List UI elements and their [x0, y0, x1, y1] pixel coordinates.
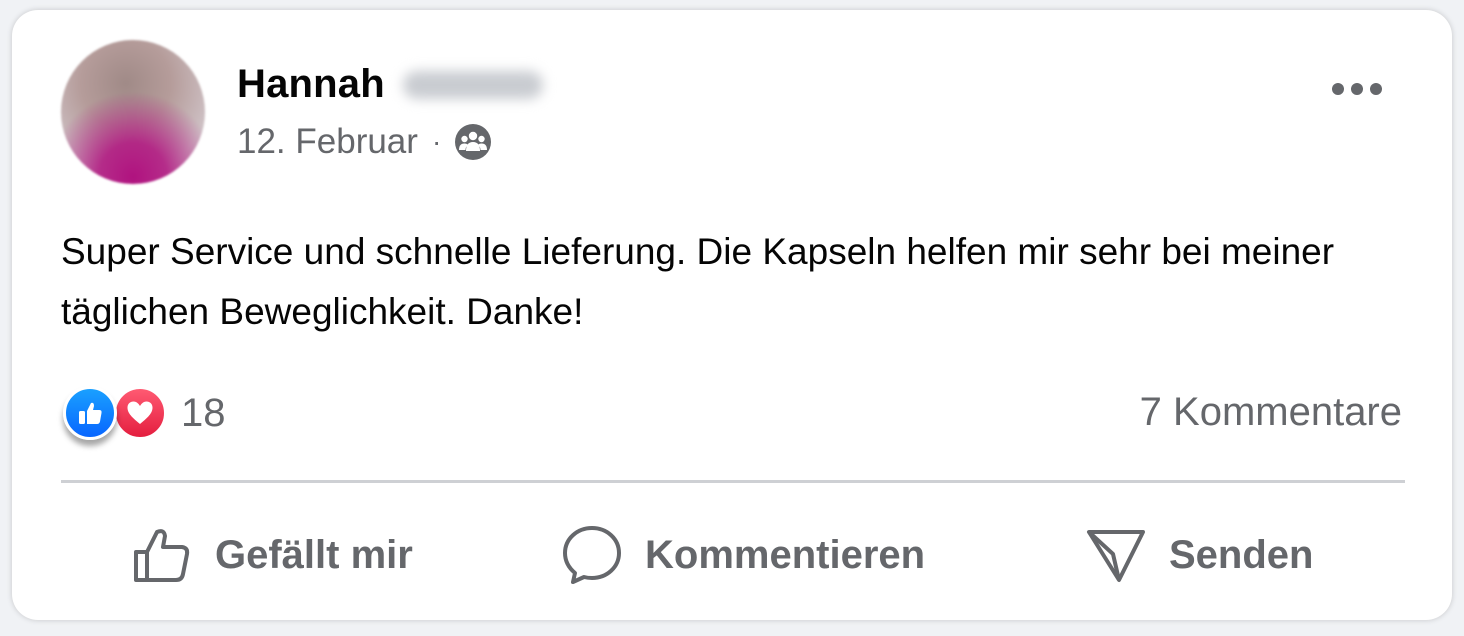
comment-label: Kommentieren: [645, 532, 926, 577]
blurred-surname: [402, 70, 543, 99]
comments-count-link[interactable]: 7 Kommentare: [1140, 390, 1402, 435]
comment-button[interactable]: Kommentieren: [561, 510, 925, 600]
like-label: Gefällt mir: [215, 532, 413, 577]
send-icon: [1087, 530, 1145, 582]
more-options-button[interactable]: [1322, 70, 1392, 108]
reactions-summary[interactable]: 18: [63, 386, 226, 440]
author-name[interactable]: Hannah: [237, 62, 385, 107]
post-text: Super Service und schnelle Lieferung. Di…: [61, 231, 1335, 332]
send-label: Senden: [1169, 532, 1314, 577]
reaction-count: 18: [181, 390, 226, 435]
thumbs-up-icon: [134, 529, 190, 582]
like-reaction-icon: [63, 386, 117, 440]
author-row: Hannah: [237, 62, 543, 107]
comment-bubble-icon: [563, 526, 621, 584]
like-button[interactable]: Gefällt mir: [131, 510, 413, 600]
post-meta: 12. Februar ·: [237, 122, 493, 162]
divider: [61, 480, 1405, 483]
post-card: Hannah 12. Februar · Super Service und s…: [12, 10, 1452, 620]
post-date[interactable]: 12. Februar: [237, 122, 418, 162]
meta-separator: ·: [431, 126, 442, 157]
more-dots-icon: [1332, 83, 1382, 95]
action-bar: Gefällt mir Kommentieren Senden: [61, 510, 1405, 600]
love-reaction-icon: [113, 386, 167, 440]
group-icon[interactable]: [453, 122, 493, 162]
send-button[interactable]: Senden: [1085, 510, 1313, 600]
avatar[interactable]: [61, 40, 205, 184]
